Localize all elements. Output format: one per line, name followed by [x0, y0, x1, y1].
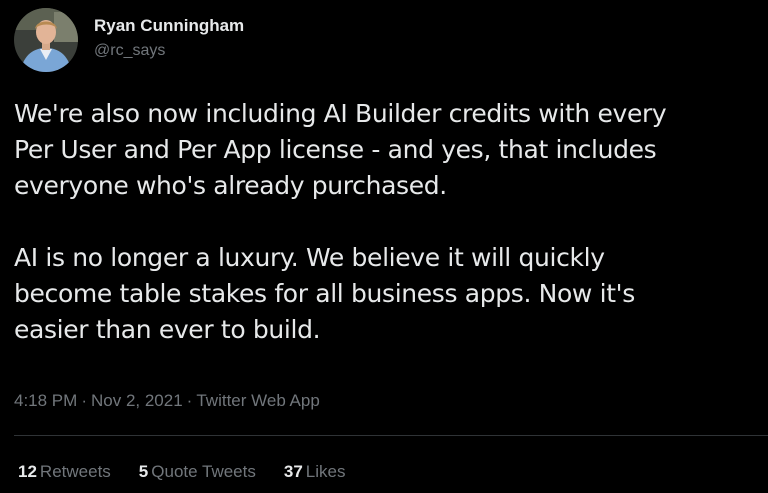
tweet-source[interactable]: Twitter Web App [196, 391, 319, 410]
quote-tweets-count: 5 [138, 462, 149, 481]
likes-label: Likes [305, 462, 346, 481]
separator: · [186, 391, 193, 410]
retweets-stat[interactable]: 12 Retweets [18, 460, 111, 484]
engagement-stats: 12 Retweets 5 Quote Tweets 37 Likes [18, 460, 373, 484]
separator: · [81, 391, 87, 410]
user-handle[interactable]: @rc_says [94, 40, 244, 62]
retweets-count: 12 [18, 462, 37, 481]
tweet-header: Ryan Cunningham @rc_says [14, 8, 244, 72]
tweet-date[interactable]: Nov 2, 2021 [91, 391, 183, 410]
display-name[interactable]: Ryan Cunningham [94, 15, 244, 37]
tweet: Ryan Cunningham @rc_says We're also now … [0, 0, 768, 493]
tweet-paragraph: AI is no longer a luxury. We believe it … [14, 240, 766, 348]
avatar[interactable] [14, 8, 78, 72]
quote-tweets-stat[interactable]: 5 Quote Tweets [139, 460, 256, 484]
avatar-image [14, 8, 78, 72]
tweet-line: AI is no longer a luxury. We believe it … [14, 243, 605, 272]
tweet-text: We're also now including AI Builder cred… [14, 96, 766, 348]
retweets-label: Retweets [39, 462, 111, 481]
author-names: Ryan Cunningham @rc_says [94, 15, 244, 62]
tweet-time[interactable]: 4:18 PM [14, 391, 77, 410]
tweet-line: We're also now including AI Builder cred… [14, 99, 667, 128]
tweet-line: Per User and Per App license - and yes, … [14, 135, 657, 164]
tweet-line: easier than ever to build. [14, 315, 321, 344]
tweet-paragraph: We're also now including AI Builder cred… [14, 96, 766, 204]
quote-tweets-label: Quote Tweets [151, 462, 256, 481]
likes-stat[interactable]: 37 Likes [284, 460, 346, 484]
likes-count: 37 [283, 462, 303, 481]
divider [14, 435, 768, 436]
tweet-line: everyone who's already purchased. [14, 171, 447, 200]
tweet-line: become table stakes for all business app… [14, 279, 635, 308]
tweet-meta: 4:18 PM · Nov 2, 2021 · Twitter Web App [14, 388, 320, 414]
